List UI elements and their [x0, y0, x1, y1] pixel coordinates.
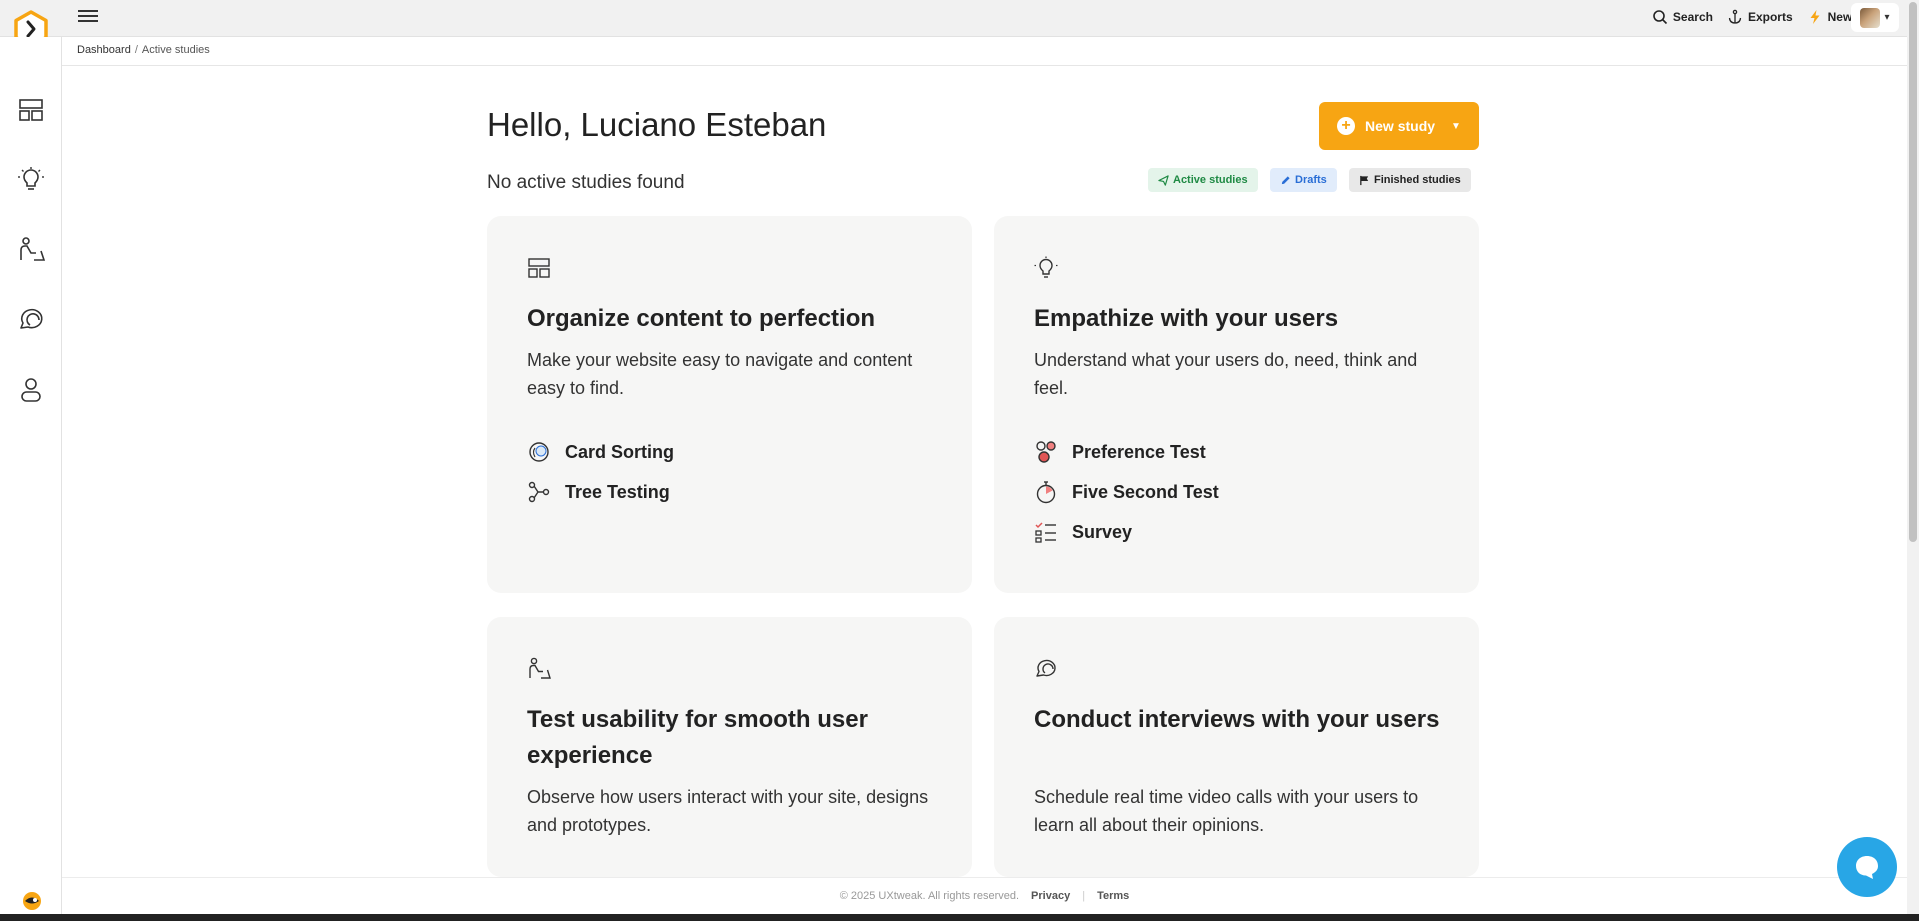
layout-icon: [528, 258, 550, 278]
filter-active-label: Active studies: [1173, 174, 1248, 186]
mascot-icon[interactable]: [21, 890, 43, 912]
method-card-sorting[interactable]: Card Sorting: [527, 440, 674, 464]
sidebar-item-research[interactable]: [17, 166, 45, 194]
hamburger-menu-icon[interactable]: [76, 7, 100, 27]
checklist-icon: [1035, 522, 1056, 543]
plus-icon: +: [1337, 117, 1356, 135]
stopwatch-icon: [1036, 481, 1056, 504]
lightbulb-icon: [1034, 256, 1058, 278]
copyright-text: © 2025 UXtweak. All rights reserved.: [839, 890, 1020, 902]
chat-bubbles-icon: [20, 308, 43, 329]
chat-bubbles-icon: [1036, 659, 1056, 677]
method-tree-testing[interactable]: Tree Testing: [527, 480, 670, 504]
page-title: Hello, Luciano Esteban: [487, 106, 827, 143]
method-preference-test[interactable]: Preference Test: [1034, 440, 1206, 464]
card-title: Empathize with your users: [1034, 305, 1339, 332]
breadcrumb-separator: /: [134, 44, 138, 56]
new-study-button[interactable]: + New study ▼: [1319, 102, 1479, 150]
flag-icon: [1360, 175, 1369, 185]
filter-finished-label: Finished studies: [1374, 174, 1461, 186]
filter-drafts-label: Drafts: [1295, 174, 1327, 186]
card-description: Observe how users interact with your sit…: [527, 787, 929, 835]
sidebar-item-information-architecture[interactable]: [17, 96, 45, 124]
user-menu-button[interactable]: ▾: [1851, 3, 1899, 32]
card-description: Make your website easy to navigate and c…: [527, 350, 913, 398]
breadcrumb-dashboard-link[interactable]: Dashboard: [77, 44, 131, 56]
search-label: Search: [1672, 9, 1713, 24]
breadcrumb-current: Active studies: [141, 44, 210, 56]
sidebar-item-participants[interactable]: [17, 376, 45, 404]
method-label: Preference Test: [1072, 441, 1206, 462]
filter-finished-studies[interactable]: Finished studies: [1349, 168, 1471, 192]
pencil-icon: [1281, 175, 1290, 184]
card-title: Organize content to perfection: [527, 305, 876, 332]
avatar: [1860, 7, 1881, 28]
method-label: Survey: [1072, 521, 1133, 542]
method-five-second-test[interactable]: Five Second Test: [1034, 480, 1219, 504]
new-study-label: New study: [1365, 118, 1436, 134]
lightning-icon: [1810, 9, 1820, 24]
preference-test-icon: [1036, 441, 1056, 463]
paper-plane-icon: [1158, 174, 1169, 186]
status-text: No active studies found: [487, 172, 685, 193]
chevron-down-icon: ▾: [1884, 12, 1890, 23]
person-at-laptop-icon: [20, 237, 46, 261]
card-empathize-users: Empathize with your users Understand wha…: [994, 216, 1479, 593]
lightbulb-icon: [18, 167, 44, 190]
search-button[interactable]: Search: [1652, 9, 1713, 25]
layout-icon: [19, 99, 43, 121]
card-usability-testing: Test usability for smooth user experienc…: [487, 617, 972, 877]
chat-widget-button[interactable]: [1837, 837, 1897, 897]
chat-icon: [1856, 856, 1878, 879]
breadcrumb-divider: [62, 65, 1907, 66]
anchor-icon: [1728, 9, 1742, 24]
vertical-scrollbar[interactable]: [1907, 0, 1919, 914]
card-title: Test usability for smooth user experienc…: [527, 706, 868, 769]
filter-drafts[interactable]: Drafts: [1270, 168, 1337, 192]
caret-down-icon: ▼: [1451, 120, 1461, 132]
person-at-laptop-icon: [529, 657, 551, 679]
filter-active-studies[interactable]: Active studies: [1148, 168, 1258, 192]
sidebar-item-interviews[interactable]: [17, 306, 45, 334]
user-icon: [21, 378, 41, 402]
method-label: Tree Testing: [565, 481, 670, 502]
top-header: Search Exports News ▾: [0, 0, 1907, 37]
method-survey[interactable]: Survey: [1034, 520, 1132, 544]
card-interviews: Conduct interviews with your users Sched…: [994, 617, 1479, 877]
breadcrumb: Dashboard / Active studies: [77, 44, 210, 56]
card-sorting-icon: [529, 442, 549, 462]
method-label: Card Sorting: [565, 441, 675, 462]
bottom-bar: [0, 914, 1919, 921]
footer: © 2025 UXtweak. All rights reserved. Pri…: [62, 877, 1907, 914]
terms-link[interactable]: Terms: [1097, 890, 1129, 902]
privacy-link[interactable]: Privacy: [1031, 890, 1070, 902]
tree-icon: [528, 481, 550, 503]
sidebar: [0, 37, 62, 921]
search-icon: [1653, 9, 1667, 24]
exports-label: Exports: [1747, 9, 1793, 24]
scrollbar-thumb[interactable]: [1909, 2, 1917, 542]
header-actions: Search Exports News: [1652, 0, 1859, 33]
exports-button[interactable]: Exports: [1727, 9, 1793, 25]
method-label: Five Second Test: [1072, 481, 1219, 502]
sidebar-item-usability[interactable]: [17, 236, 46, 264]
card-description: Schedule real time video calls with your…: [1034, 787, 1419, 835]
card-title: Conduct interviews with your users: [1034, 706, 1440, 733]
footer-separator: |: [1082, 890, 1086, 902]
card-organize-content: Organize content to perfection Make your…: [487, 216, 972, 593]
card-description: Understand what your users do, need, thi…: [1034, 350, 1418, 398]
